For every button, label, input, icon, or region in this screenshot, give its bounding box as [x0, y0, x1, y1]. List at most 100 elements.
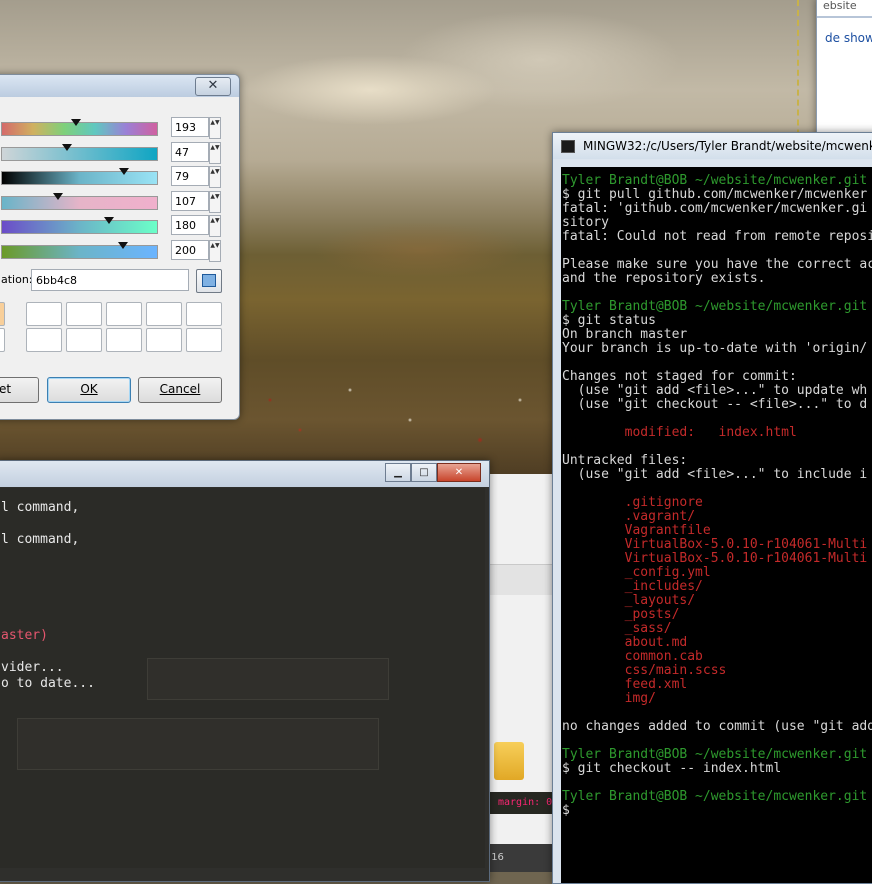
color-value-field[interactable]: 79 — [171, 166, 209, 187]
console-line: l command, — [1, 500, 80, 515]
toolbar-divider — [817, 16, 872, 18]
console-line: l command, — [1, 532, 80, 547]
terminal-line: $ git pull github.com/mcwenker/mcwenker — [562, 187, 868, 202]
color-slider-track[interactable] — [1, 242, 158, 259]
console-line: vider... — [1, 660, 64, 675]
color-slider-track[interactable] — [1, 143, 158, 161]
slide-show-link[interactable]: de show — [825, 31, 872, 45]
reset-button[interactable]: et — [0, 377, 39, 403]
terminal-line: feed.xml — [562, 677, 688, 692]
terminal-title: MINGW32:/c/Users/Tyler Brandt/website/mc… — [583, 139, 872, 153]
terminal-line: .vagrant/ — [562, 509, 696, 524]
spin-arrows-icon[interactable]: ▲▼ — [209, 117, 221, 139]
cancel-button[interactable]: Cancel — [138, 377, 222, 403]
color-slider-row: 107 ▲▼ — [0, 190, 231, 213]
terminal-line: $ — [562, 803, 570, 818]
ghost-panel — [17, 718, 379, 770]
terminal-line: VirtualBox-5.0.10-r104061-Multi — [562, 551, 868, 566]
color-slider-row: 193 ▲▼ — [0, 117, 231, 139]
spin-arrows-icon[interactable]: ▲▼ — [209, 166, 221, 189]
color-picker-dialog: ✕ 193 ▲▼ 47 ▲▼ 79 ▲▼ 107 ▲▼ 180 ▲▼ 200 ▲▼ ation: 6b… — [0, 74, 240, 420]
git-terminal-window: MINGW32:/c/Users/Tyler Brandt/website/mc… — [552, 132, 872, 884]
minimize-button[interactable]: ▁ — [385, 463, 411, 482]
color-value-field[interactable]: 193 — [171, 117, 209, 137]
slider-thumb-icon[interactable] — [62, 143, 73, 151]
terminal-line: and the repository exists. — [562, 271, 766, 286]
bookmark-label[interactable]: ebsite — [823, 0, 857, 12]
color-value-field[interactable]: 47 — [171, 141, 209, 162]
terminal-line: $ git checkout -- index.html — [562, 761, 782, 776]
color-slider-track[interactable] — [1, 192, 158, 210]
color-value-field[interactable]: 200 — [171, 240, 209, 260]
close-button[interactable]: ✕ — [195, 77, 231, 96]
terminal-line: css/main.scss — [562, 663, 727, 678]
eyedropper-icon — [202, 274, 216, 287]
close-icon: ✕ — [207, 78, 219, 93]
swatch[interactable] — [146, 302, 182, 326]
slider-thumb-icon[interactable] — [52, 192, 63, 200]
terminal-line: Untracked files: — [562, 453, 688, 468]
color-value-field[interactable]: 107 — [171, 190, 209, 211]
page-number: 16 — [488, 844, 558, 872]
terminal-line: sitory — [562, 215, 609, 230]
swatch[interactable] — [0, 328, 5, 352]
terminal-line: common.cab — [562, 649, 703, 664]
terminal-line: Tyler Brandt@BOB ~/website/mcwenker.git — [562, 299, 868, 314]
slider-thumb-icon[interactable] — [119, 168, 130, 176]
swatch[interactable] — [66, 328, 102, 352]
swatch[interactable] — [0, 302, 5, 326]
swatch[interactable] — [106, 302, 142, 326]
spin-arrows-icon[interactable]: ▲▼ — [209, 190, 221, 213]
color-value-field[interactable]: 180 — [171, 215, 209, 236]
page-number-text: 16 — [491, 852, 504, 863]
terminal-line: Please make sure you have the correct ac — [562, 257, 872, 272]
terminal-line: _includes/ — [562, 579, 703, 594]
spin-arrows-icon[interactable]: ▲▼ — [209, 141, 221, 164]
swatch[interactable] — [146, 328, 182, 352]
terminal-line: (use "git checkout -- <file>..." to d — [562, 397, 868, 412]
terminal-line: Vagrantfile — [562, 523, 711, 538]
close-button[interactable]: ✕ — [437, 463, 481, 482]
swatch[interactable] — [106, 328, 142, 352]
ok-button[interactable]: OK — [47, 377, 131, 403]
terminal-line: _config.yml — [562, 565, 711, 580]
maximize-button[interactable]: □ — [411, 463, 437, 482]
ok-label: OK — [80, 382, 98, 396]
color-slider-track[interactable] — [1, 168, 158, 186]
terminal-line: _posts/ — [562, 607, 680, 622]
terminal-line: Tyler Brandt@BOB ~/website/mcwenker.git — [562, 789, 868, 804]
slider-thumb-icon[interactable] — [117, 242, 128, 249]
terminal-output[interactable]: Tyler Brandt@BOB ~/website/mcwenker.git $… — [561, 167, 872, 883]
swatch[interactable] — [186, 302, 222, 326]
terminal-titlebar: MINGW32:/c/Users/Tyler Brandt/website/mc… — [553, 133, 872, 159]
console-output[interactable]: l command, l command, aster) vider... o … — [0, 488, 485, 868]
color-slider-track[interactable] — [1, 217, 158, 235]
color-slider-row: 79 ▲▼ — [0, 166, 231, 189]
terminal-line: Changes not staged for commit: — [562, 369, 797, 384]
swatch[interactable] — [66, 302, 102, 326]
spin-arrows-icon[interactable]: ▲▼ — [209, 215, 221, 238]
terminal-line: $ git status — [562, 313, 656, 328]
spin-arrows-icon[interactable]: ▲▼ — [209, 240, 221, 262]
terminal-line: modified: index.html — [562, 425, 797, 440]
console-titlebar: ▁ □ ✕ — [0, 461, 489, 487]
panel-strip — [488, 564, 558, 595]
dialog-titlebar: ✕ — [0, 75, 239, 97]
color-slider-track[interactable] — [1, 119, 158, 136]
folder-icon[interactable] — [494, 742, 524, 780]
hex-label: ation: — [1, 273, 33, 286]
hex-color-field[interactable]: 6bb4c8 — [31, 269, 189, 291]
swatch[interactable] — [26, 328, 62, 352]
swatch[interactable] — [26, 302, 62, 326]
slider-thumb-icon[interactable] — [103, 217, 114, 225]
swatch[interactable] — [186, 328, 222, 352]
terminal-line: fatal: 'github.com/mcwenker/mcwenker.gi — [562, 201, 868, 216]
console-window: ▁ □ ✕ l command, l command, aster) vider… — [0, 460, 490, 882]
terminal-line: Tyler Brandt@BOB ~/website/mcwenker.git — [562, 747, 868, 762]
terminal-line: _layouts/ — [562, 593, 696, 608]
terminal-line: _sass/ — [562, 621, 672, 636]
slider-thumb-icon[interactable] — [71, 119, 82, 126]
console-line: o to date... — [1, 676, 95, 691]
eyedropper-button[interactable] — [196, 269, 222, 293]
console-line: aster) — [1, 628, 48, 643]
